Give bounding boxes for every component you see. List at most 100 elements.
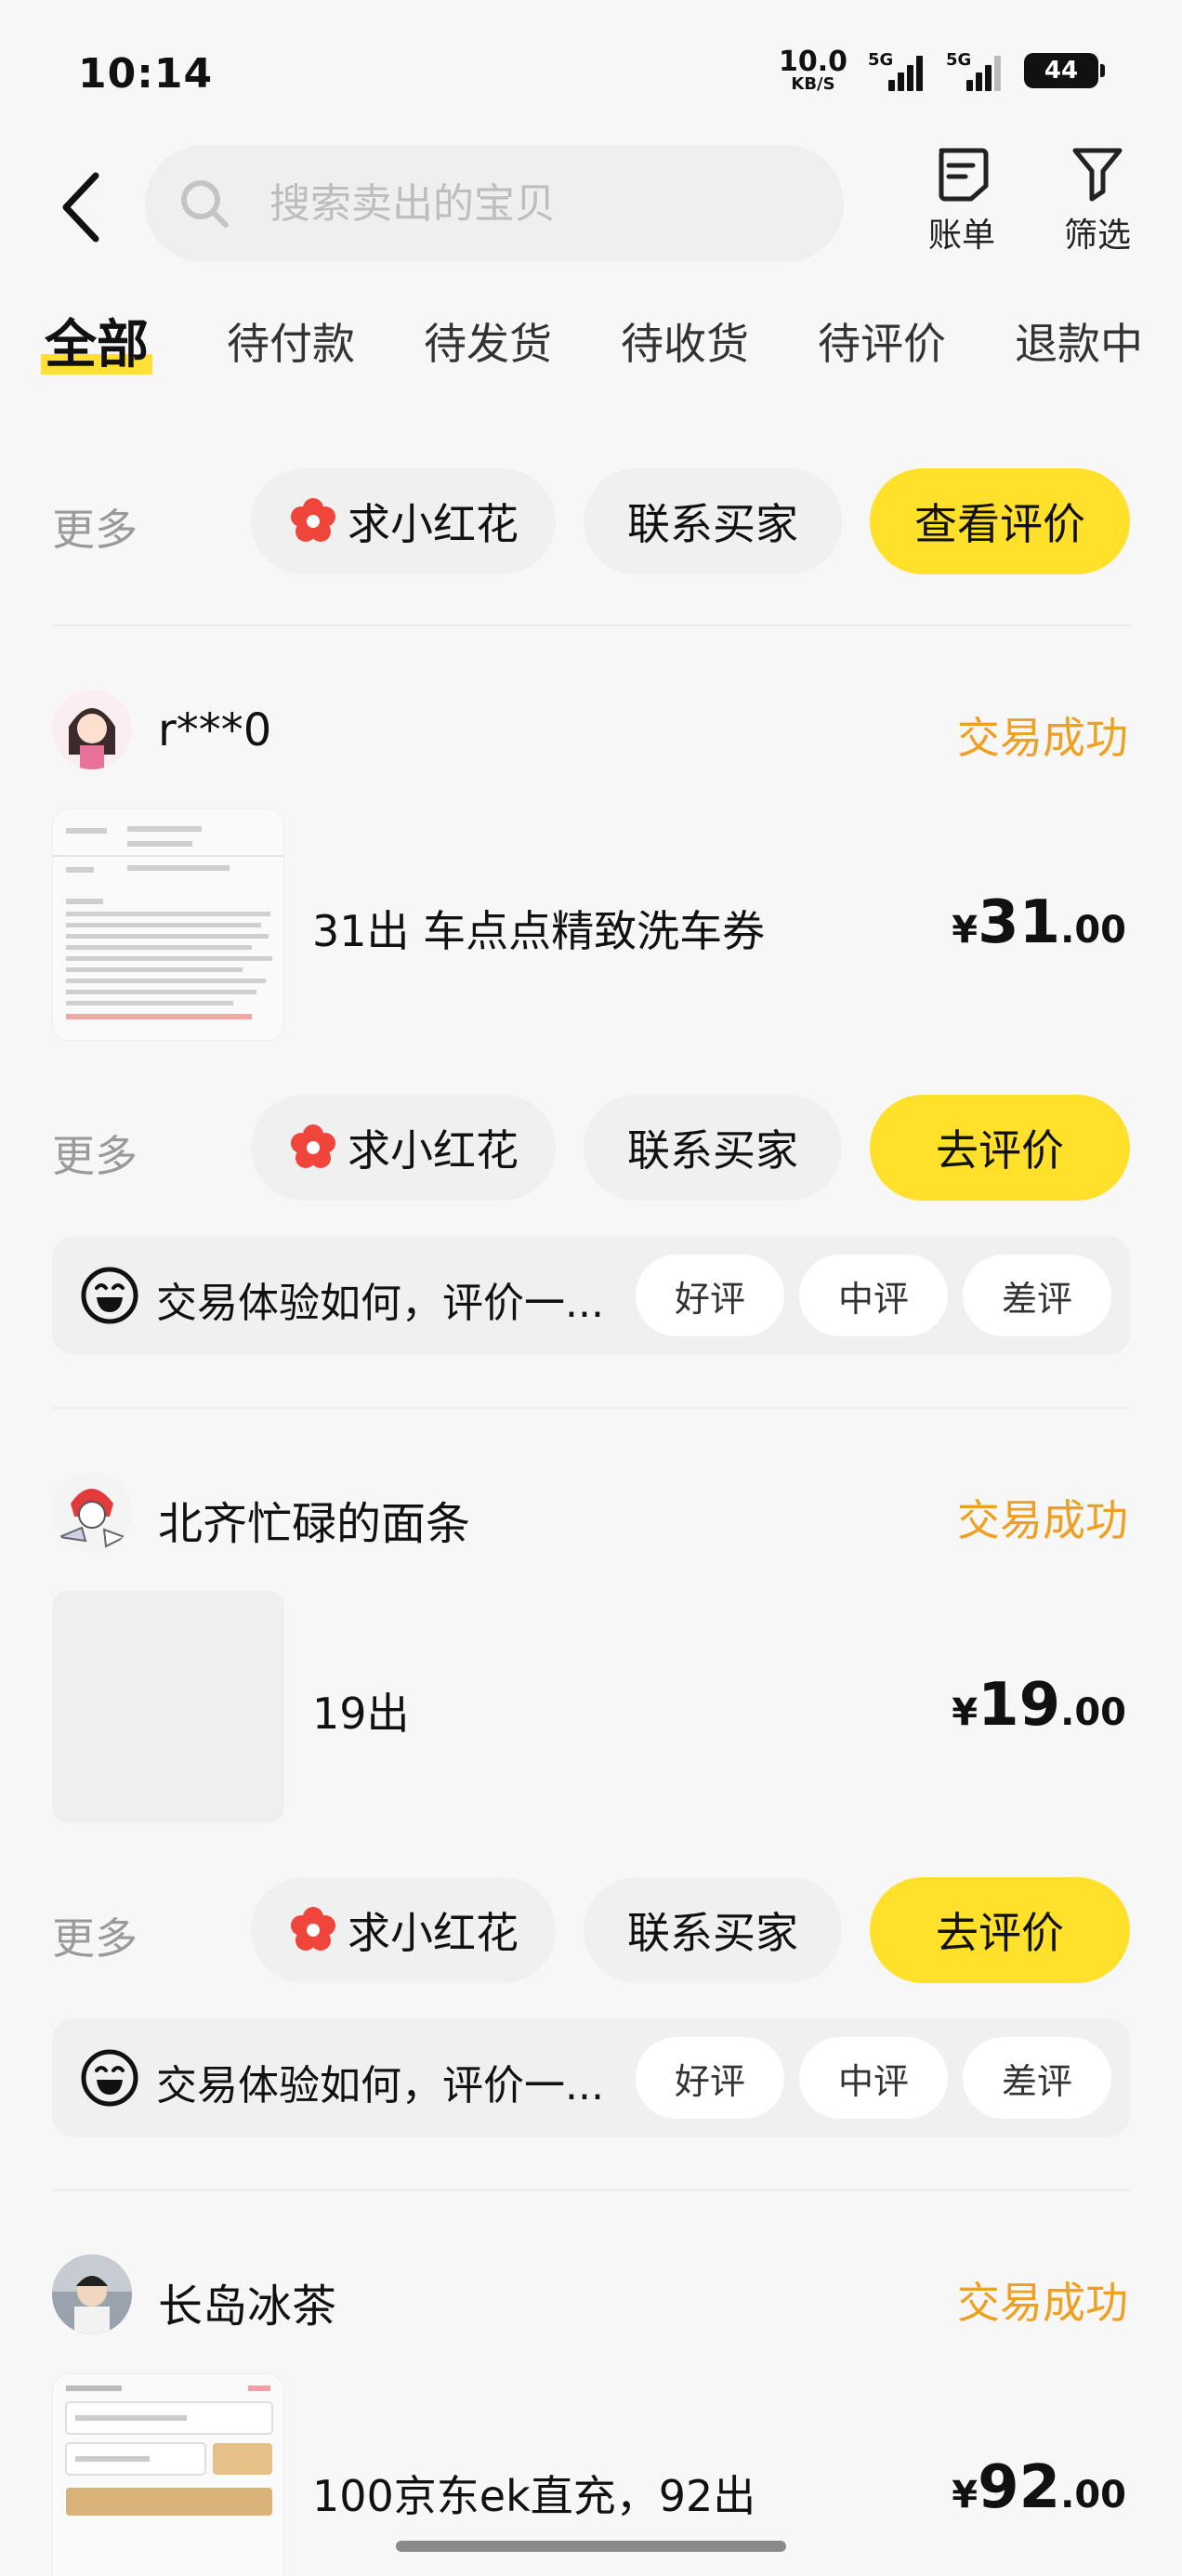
price-currency: ¥ xyxy=(952,1691,978,1734)
tab-label: 待评价 xyxy=(818,319,946,369)
signal-label: 5G xyxy=(946,50,972,70)
avatar[interactable] xyxy=(52,690,132,769)
good-review-label: 好评 xyxy=(674,2060,745,2102)
tab-pending-review[interactable]: 待评价 xyxy=(818,310,946,372)
order-item[interactable]: 19出 ¥19.00 xyxy=(0,1591,1182,1823)
write-review-button[interactable]: 去评价 xyxy=(870,1095,1130,1201)
filter-button[interactable]: 筛选 xyxy=(1046,145,1149,256)
item-thumbnail xyxy=(52,2373,284,2576)
order-status: 交易成功 xyxy=(957,2278,1128,2328)
ask-flower-label: 求小红花 xyxy=(348,1908,519,1958)
tab-label: 待付款 xyxy=(227,319,355,369)
avatar[interactable] xyxy=(52,2254,132,2334)
seller-name[interactable]: 长岛冰茶 xyxy=(158,2269,336,2334)
contact-buyer-button[interactable]: 联系买家 xyxy=(584,1877,842,1983)
more-button[interactable]: 更多 xyxy=(52,1123,138,1184)
item-title: 19出 xyxy=(312,1689,410,1739)
smile-face-icon xyxy=(81,1267,138,1324)
more-button[interactable]: 更多 xyxy=(52,1905,138,1966)
price-integer: 19 xyxy=(978,1671,1061,1740)
net-speed-value: 10.0 xyxy=(778,46,847,78)
chevron-left-icon xyxy=(62,172,99,243)
order-status: 交易成功 xyxy=(957,1495,1128,1545)
review-question: 交易体验如何，评价一... xyxy=(156,2062,604,2109)
tab-pending-payment[interactable]: 待付款 xyxy=(227,310,355,372)
review-prompt: 交易体验如何，评价一... 好评 中评 差评 xyxy=(52,2018,1130,2137)
item-thumbnail xyxy=(52,808,284,1041)
search-box[interactable] xyxy=(145,145,844,262)
signal-icon: 5G xyxy=(946,50,1004,91)
item-title: 100京东ek直充，92出 xyxy=(312,2471,756,2521)
price-decimal: .00 xyxy=(1060,1691,1126,1734)
view-review-label: 查看评价 xyxy=(914,499,1085,549)
price-decimal: .00 xyxy=(1060,909,1126,952)
tab-all[interactable]: 全部 xyxy=(41,303,152,378)
price-integer: 92 xyxy=(978,2453,1061,2522)
bill-label: 账单 xyxy=(927,217,995,255)
contact-buyer-label: 联系买家 xyxy=(627,499,798,549)
write-review-button[interactable]: 去评价 xyxy=(870,1877,1130,1983)
contact-buyer-button[interactable]: 联系买家 xyxy=(584,1095,842,1201)
neutral-review-button[interactable]: 中评 xyxy=(799,1255,948,1336)
view-review-button[interactable]: 查看评价 xyxy=(870,468,1130,574)
flower-icon xyxy=(291,1124,335,1168)
neutral-review-label: 中评 xyxy=(837,2060,909,2102)
seller-name[interactable]: r***0 xyxy=(158,704,271,756)
net-speed-unit: KB/S xyxy=(791,74,835,94)
ask-flower-label: 求小红花 xyxy=(348,499,519,549)
good-review-button[interactable]: 好评 xyxy=(636,2037,784,2119)
order-action-row: 更多 求小红花 联系买家 去评价 xyxy=(0,1095,1182,1204)
status-time: 10:14 xyxy=(78,50,214,98)
tab-label: 全部 xyxy=(45,315,149,375)
tab-label: 待发货 xyxy=(424,319,552,369)
item-title: 31出 车点点精致洗车券 xyxy=(312,906,766,956)
filter-icon xyxy=(1072,148,1123,202)
price-currency: ¥ xyxy=(952,909,978,952)
divider xyxy=(52,624,1130,626)
tab-label: 退款中 xyxy=(1015,319,1143,369)
order-action-row: 更多 求小红花 联系买家 去评价 xyxy=(0,1877,1182,1987)
tab-pending-shipment[interactable]: 待发货 xyxy=(424,310,552,372)
contact-buyer-label: 联系买家 xyxy=(627,1125,798,1176)
neutral-review-label: 中评 xyxy=(837,1278,909,1320)
signal-label: 5G xyxy=(868,50,894,70)
search-icon xyxy=(177,176,232,231)
ask-flower-button[interactable]: 求小红花 xyxy=(251,1095,556,1201)
order-seller-row: 北齐忙碌的面条 交易成功 xyxy=(0,1472,1182,1565)
more-button[interactable]: 更多 xyxy=(52,496,138,558)
order-seller-row: 长岛冰茶 交易成功 xyxy=(0,2254,1182,2347)
write-review-label: 去评价 xyxy=(936,1908,1064,1958)
ask-flower-label: 求小红花 xyxy=(348,1125,519,1176)
bad-review-button[interactable]: 差评 xyxy=(963,2037,1111,2119)
bad-review-label: 差评 xyxy=(1001,2060,1072,2102)
tab-refunding[interactable]: 退款中 xyxy=(1015,310,1143,372)
ask-flower-button[interactable]: 求小红花 xyxy=(251,1877,556,1983)
status-bar: 10:14 10.0 KB/S 5G 5G 44 xyxy=(0,0,1182,139)
signal-icon: 5G xyxy=(868,50,926,91)
contact-buyer-button[interactable]: 联系买家 xyxy=(584,468,842,574)
write-review-label: 去评价 xyxy=(936,1125,1064,1176)
back-button[interactable] xyxy=(48,165,113,249)
order-seller-row: r***0 交易成功 xyxy=(0,690,1182,782)
header: 账单 筛选 xyxy=(0,139,1182,269)
status-icons: 10.0 KB/S 5G 5G 44 xyxy=(779,48,1105,93)
bad-review-label: 差评 xyxy=(1001,1278,1072,1320)
order-status: 交易成功 xyxy=(957,713,1128,763)
tab-label: 待收货 xyxy=(621,319,749,369)
order-item[interactable]: 31出 车点点精致洗车券 ¥31.00 xyxy=(0,808,1182,1041)
home-indicator[interactable] xyxy=(396,2541,786,2552)
good-review-label: 好评 xyxy=(674,1278,745,1320)
order-action-row: 更多 求小红花 联系买家 查看评价 xyxy=(0,468,1182,578)
network-speed: 10.0 KB/S xyxy=(779,48,847,93)
battery-level: 44 xyxy=(1044,57,1079,85)
search-input[interactable] xyxy=(269,179,790,228)
ask-flower-button[interactable]: 求小红花 xyxy=(251,468,556,574)
bad-review-button[interactable]: 差评 xyxy=(963,1255,1111,1336)
good-review-button[interactable]: 好评 xyxy=(636,1255,784,1336)
seller-name[interactable]: 北齐忙碌的面条 xyxy=(158,1487,470,1552)
tab-pending-receipt[interactable]: 待收货 xyxy=(621,310,749,372)
neutral-review-button[interactable]: 中评 xyxy=(799,2037,948,2119)
item-price: ¥31.00 xyxy=(952,888,1126,957)
avatar[interactable] xyxy=(52,1472,132,1552)
bill-button[interactable]: 账单 xyxy=(911,145,1013,256)
